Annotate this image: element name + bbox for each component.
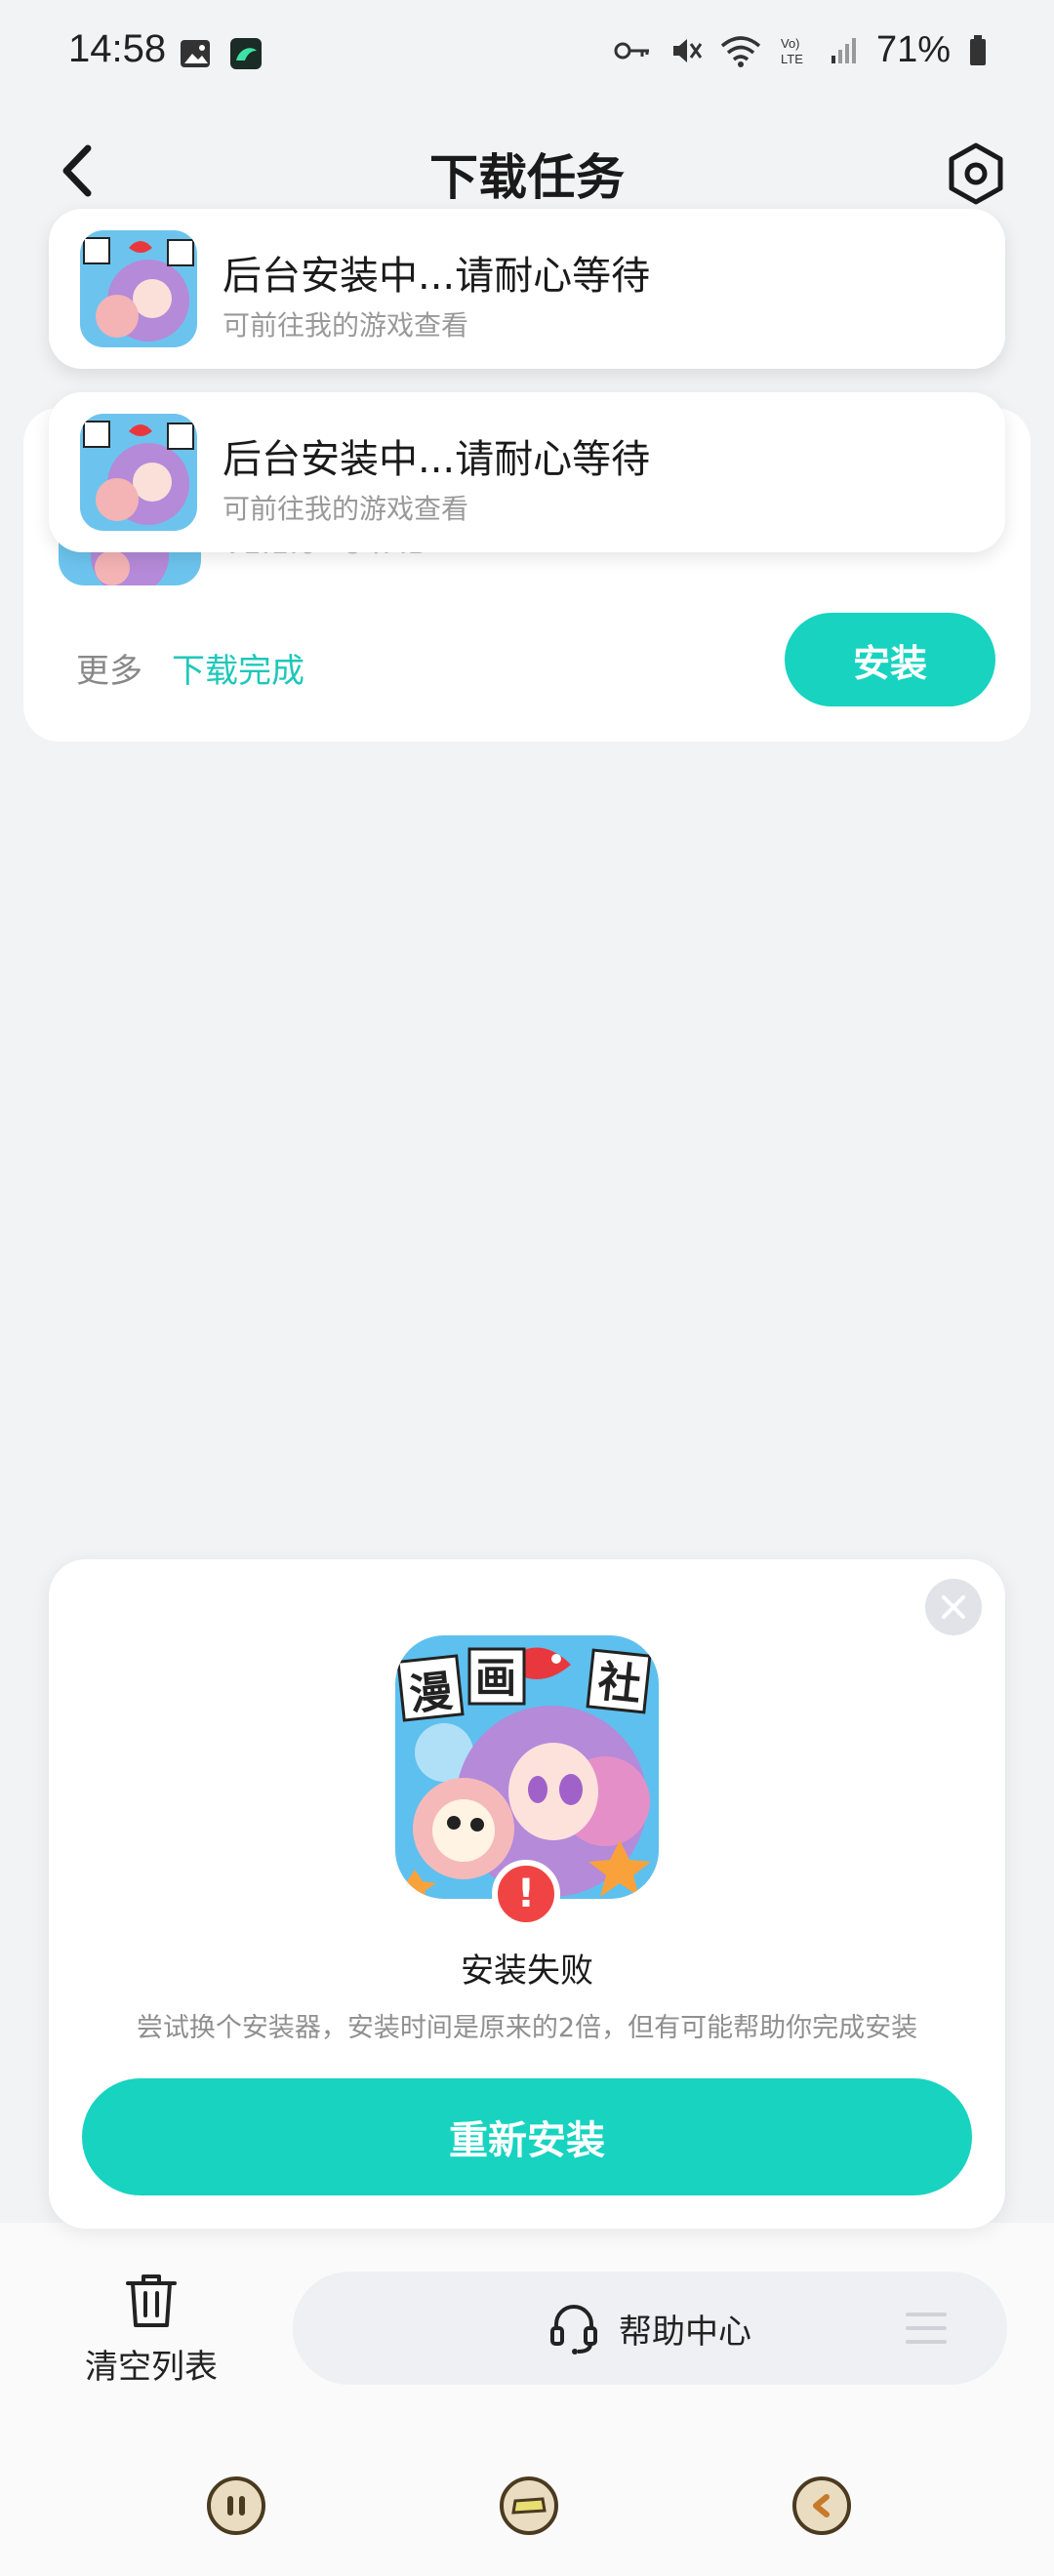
help-center-bar[interactable]: 帮助中心: [293, 2272, 1007, 2385]
close-button[interactable]: [925, 1579, 982, 1635]
gear-icon: [949, 142, 1003, 205]
headset-icon: [550, 2305, 597, 2355]
home-button[interactable]: [500, 2476, 558, 2535]
settings-button[interactable]: [947, 141, 1005, 206]
back-nav-button[interactable]: [792, 2476, 851, 2535]
status-left-icons: [179, 37, 263, 70]
clear-list-label: 清空列表: [85, 2348, 218, 2387]
install-toast[interactable]: 后台安装中...请耐心等待 可前往我的游戏查看: [49, 209, 1005, 369]
page-title: 下载任务: [429, 149, 625, 206]
toast-title: 后台安装中...请耐心等待: [223, 254, 651, 299]
status-time: 14:58: [68, 27, 167, 70]
app-icon: [80, 414, 197, 531]
toast-title: 后台安装中...请耐心等待: [223, 437, 651, 482]
gallery-icon: [181, 40, 210, 67]
toast-subtitle: 可前往我的游戏查看: [223, 493, 469, 525]
error-badge-icon: !: [492, 1860, 560, 1928]
logo-char: 漫: [407, 1667, 455, 1720]
help-center-button[interactable]: 帮助中心: [548, 2301, 751, 2355]
install-toast[interactable]: 后台安装中...请耐心等待 可前往我的游戏查看: [49, 392, 1005, 552]
battery-percent: 71%: [875, 29, 951, 70]
help-center-label: 帮助中心: [619, 2312, 751, 2352]
reinstall-button[interactable]: 重新安装: [82, 2078, 972, 2195]
recent-apps-icon: [227, 2496, 245, 2516]
home-icon: [511, 2497, 547, 2515]
dialog-title: 安装失败: [461, 1952, 593, 1991]
dialog-description: 尝试换个安装器，安装时间是原来的2倍，但有可能帮助你完成安装: [136, 2013, 918, 2043]
mute-icon: [672, 38, 703, 62]
battery-icon: [970, 34, 986, 65]
menu-icon[interactable]: [906, 2311, 947, 2346]
install-failed-dialog: 漫 画 社 ! 安装失败 尝试换个安装器，安装时间是原来的2倍，但有可能帮助你完…: [49, 1559, 1005, 2229]
clear-list-button[interactable]: 清空列表: [68, 2272, 234, 2389]
close-icon: [942, 1595, 965, 1619]
svg-text:LTE: LTE: [781, 52, 803, 66]
more-button[interactable]: 更多: [76, 644, 142, 692]
toast-subtitle: 可前往我的游戏查看: [223, 309, 469, 342]
volte-icon: Vo) LTE: [781, 36, 803, 66]
logo-char: 画: [475, 1654, 516, 1702]
signal-icon: [831, 37, 856, 63]
download-status: 下载完成: [172, 652, 304, 691]
recent-apps-button[interactable]: [207, 2476, 265, 2535]
install-button[interactable]: 安装: [785, 613, 995, 706]
key-icon: [614, 42, 649, 59]
status-right: Vo) LTE 71%: [613, 29, 988, 71]
logo-char: 社: [595, 1657, 643, 1711]
svg-text:Vo): Vo): [781, 36, 800, 51]
trash-icon: [126, 2274, 177, 2327]
wifi-icon: [720, 35, 761, 67]
back-nav-icon: [813, 2494, 830, 2517]
app-icon: [80, 230, 197, 347]
app-notification-icon: [230, 38, 262, 69]
